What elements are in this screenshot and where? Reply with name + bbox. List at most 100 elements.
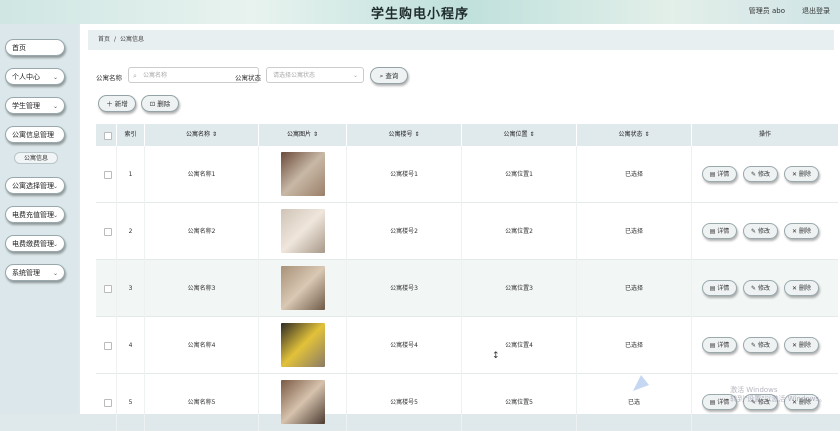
trash-icon: ✕ [792,285,798,292]
row-delete-button-label: 删除 [798,171,811,178]
row-checkbox[interactable] [104,228,112,236]
sidebar-item-student-management[interactable]: 学生管理 ⌄ [5,97,65,114]
sidebar: 首页 个人中心 ⌄ 学生管理 ⌄ 公寓信息管理 公寓信息 公寓选择管理 ⌄ 电费… [0,24,78,414]
sidebar-item-label: 首页 [12,44,26,52]
breadcrumb: 首页 / 公寓信息 [88,30,834,50]
delete-button[interactable]: ⊡ 删除 [141,95,179,112]
breadcrumb-home[interactable]: 首页 [98,36,110,43]
breadcrumb-current: 公寓信息 [120,36,145,43]
table-row[interactable]: 5 公寓名称5 公寓楼号5 公寓位置5 已选 ▤ 详情 ✎ 修改 ✕ 删除 [96,374,838,431]
delete-button-label: 删除 [157,100,171,108]
row-select-cell [96,260,116,317]
edit-button[interactable]: ✎ 修改 [743,337,778,353]
chevron-down-icon: ⌄ [52,212,58,219]
chevron-down-icon: ⌄ [352,72,358,79]
apartment-image[interactable] [281,266,325,310]
row-checkbox[interactable] [104,342,112,350]
sort-icon: ⇕ [414,131,420,138]
row-delete-button-label: 删除 [798,285,811,292]
detail-button[interactable]: ▤ 详情 [702,223,737,239]
row-checkbox[interactable] [104,285,112,293]
edit-button[interactable]: ✎ 修改 [743,166,778,182]
table-row[interactable]: 4 公寓名称4 公寓楼号4 公寓位置4 已选择 ▤ 详情 ✎ 修改 ✕ 删除 [96,317,838,374]
search-button-label: 查询 [385,72,399,80]
edit-button[interactable]: ✎ 修改 [743,280,778,296]
sort-icon: ⇕ [312,131,318,138]
sidebar-item-electric-payment[interactable]: 电费缴费管理 ⌄ [5,235,65,252]
row-status: 已选择 [576,146,691,203]
row-index: 5 [116,374,144,431]
chevron-down-icon: ⌄ [52,241,58,248]
row-checkbox[interactable] [104,399,112,407]
apartment-image[interactable] [281,209,325,253]
sidebar-item-apartment-info-management[interactable]: 公寓信息管理 [5,126,65,143]
detail-button[interactable]: ▤ 详情 [702,337,737,353]
trash-icon: ✕ [792,342,798,349]
detail-icon: ▤ [709,171,716,178]
row-location: 公寓位置5 [461,374,576,431]
table-row[interactable]: 1 公寓名称1 公寓楼号1 公寓位置1 已选择 ▤ 详情 ✎ 修改 ✕ 删除 [96,146,838,203]
sidebar-item-home[interactable]: 首页 [5,39,65,56]
row-checkbox[interactable] [104,171,112,179]
detail-button[interactable]: ▤ 详情 [702,166,737,182]
search-icon: ⌕ [133,72,137,80]
sidebar-subitem-apartment-info[interactable]: 公寓信息 [14,152,58,164]
apartment-image[interactable] [281,380,325,424]
table-header: 索引 公寓名称 ⇕ 公寓图片 ⇕ 公寓楼号 ⇕ 公寓位置 ⇕ 公寓状态 ⇕ 操作 [96,124,838,146]
detail-button-label: 详情 [717,399,730,406]
row-delete-button[interactable]: ✕ 删除 [784,280,819,296]
column-header-location[interactable]: 公寓位置 ⇕ [461,124,576,146]
add-button[interactable]: ＋ 新增 [98,95,136,112]
sidebar-item-personal-center[interactable]: 个人中心 ⌄ [5,68,65,85]
column-header-image[interactable]: 公寓图片 ⇕ [258,124,346,146]
edit-icon: ✎ [751,228,757,235]
column-header-index[interactable]: 索引 [116,124,144,146]
row-delete-button-label: 删除 [798,342,811,349]
column-header-name[interactable]: 公寓名称 ⇕ [144,124,258,146]
table-row[interactable]: 3 公寓名称3 公寓楼号3 公寓位置3 已选择 ▤ 详情 ✎ 修改 ✕ 删除 [96,260,838,317]
row-building: 公寓楼号4 [346,317,461,374]
row-location: 公寓位置1 [461,146,576,203]
row-index: 2 [116,203,144,260]
detail-icon: ▤ [709,285,716,292]
sidebar-item-label: 电费充值管理 [12,211,54,219]
edit-icon: ✎ [751,171,757,178]
select-all-checkbox[interactable] [104,132,112,140]
row-building: 公寓楼号2 [346,203,461,260]
column-header-building-label: 公寓楼号 [388,131,413,138]
logout-link[interactable]: 退出登录 [802,6,830,16]
edit-button[interactable]: ✎ 修改 [743,223,778,239]
row-image-cell [258,146,346,203]
apartment-image[interactable] [281,323,325,367]
status-select-placeholder: 请选择公寓状态 [273,72,316,79]
row-image-cell [258,203,346,260]
sidebar-item-electric-recharge[interactable]: 电费充值管理 ⌄ [5,206,65,223]
sidebar-item-label: 个人中心 [12,73,40,81]
sidebar-subitem-label: 公寓信息 [23,155,48,162]
row-delete-button[interactable]: ✕ 删除 [784,166,819,182]
apartment-image[interactable] [281,152,325,196]
sort-icon: ⇕ [211,131,217,138]
sidebar-item-system-management[interactable]: 系统管理 ⌄ [5,264,65,281]
search-icon: ⌕ [379,72,384,80]
detail-button[interactable]: ▤ 详情 [702,280,737,296]
chevron-down-icon: ⌄ [52,183,58,190]
add-button-label: 新增 [114,100,128,108]
row-select-cell [96,203,116,260]
sidebar-item-label: 公寓信息管理 [12,131,54,139]
table-row[interactable]: 2 公寓名称2 公寓楼号2 公寓位置2 已选择 ▤ 详情 ✎ 修改 ✕ 删除 [96,203,838,260]
app-title: 学生购电小程序 [370,7,469,22]
sidebar-item-apartment-selection[interactable]: 公寓选择管理 ⌄ [5,177,65,194]
row-delete-button[interactable]: ✕ 删除 [784,223,819,239]
column-header-building[interactable]: 公寓楼号 ⇕ [346,124,461,146]
windows-logo-icon [633,375,649,391]
row-location: 公寓位置4 [461,317,576,374]
select-all-cell [96,124,116,146]
sidebar-item-label: 学生管理 [12,102,40,110]
row-delete-button[interactable]: ✕ 删除 [784,337,819,353]
search-button[interactable]: ⌕ 查询 [370,67,408,84]
row-select-cell [96,374,116,431]
row-index: 3 [116,260,144,317]
column-header-status[interactable]: 公寓状态 ⇕ [576,124,691,146]
status-select[interactable]: 请选择公寓状态 ⌄ [266,67,364,83]
